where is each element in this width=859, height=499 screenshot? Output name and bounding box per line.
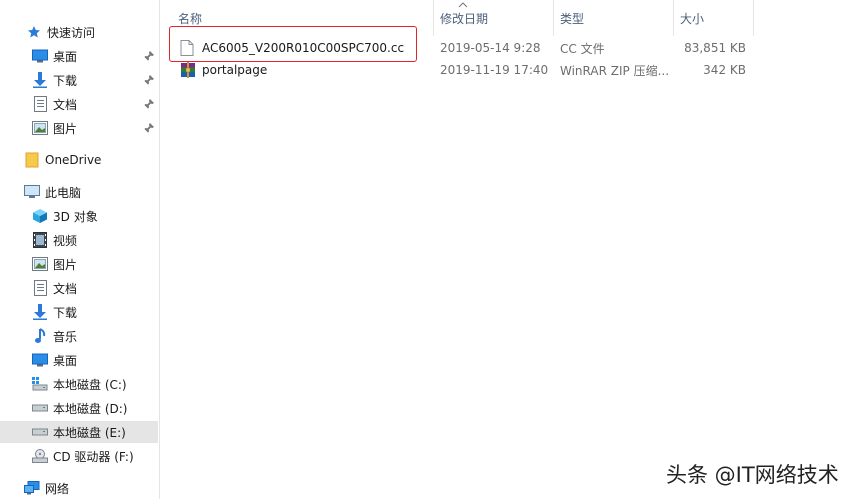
nav-label: 文档 <box>53 97 78 112</box>
column-type-label: 类型 <box>560 11 585 26</box>
nav-quick-access[interactable]: 快速访问 <box>0 21 158 43</box>
navigation-pane: 快速访问 桌面 下载 文档 图片 OneDrive 此电脑 3D 对象 视频 图… <box>0 0 159 499</box>
file-name-cell[interactable]: portalpage <box>180 59 267 81</box>
file-name: portalpage <box>202 63 268 77</box>
nav-pc-drive-c[interactable]: 本地磁盘 (C:) <box>0 373 158 395</box>
nav-label: 网络 <box>45 481 70 496</box>
nav-pc-drive-d[interactable]: 本地磁盘 (D:) <box>0 397 158 419</box>
column-type[interactable]: 类型 <box>553 7 671 29</box>
nav-label: 音乐 <box>53 329 78 344</box>
nav-pc-desktop[interactable]: 桌面 <box>0 349 158 371</box>
nav-label: 本地磁盘 (C:) <box>53 377 127 392</box>
nav-label: 下载 <box>53 73 78 88</box>
nav-label: 文档 <box>53 281 78 296</box>
pane-divider[interactable] <box>159 0 160 499</box>
nav-label: 此电脑 <box>45 185 82 200</box>
nav-quick-access-label: 快速访问 <box>47 25 96 40</box>
column-separator[interactable] <box>753 0 754 36</box>
nav-quick-documents[interactable]: 文档 <box>0 93 158 115</box>
pin-icon[interactable] <box>143 50 155 62</box>
highlight-box <box>169 26 417 62</box>
cd-drive-icon <box>32 448 48 464</box>
pin-icon[interactable] <box>143 98 155 110</box>
nav-label: 本地磁盘 (E:) <box>53 425 126 440</box>
download-icon <box>32 304 48 320</box>
computer-icon <box>24 184 40 200</box>
nav-quick-pictures[interactable]: 图片 <box>0 117 158 139</box>
3d-objects-icon <box>32 208 48 224</box>
nav-pc-cd-drive[interactable]: CD 驱动器 (F:) <box>0 445 158 467</box>
file-size: 342 KB <box>703 63 746 77</box>
nav-label: 桌面 <box>53 353 78 368</box>
nav-pc-documents[interactable]: 文档 <box>0 277 158 299</box>
nav-pc-downloads[interactable]: 下载 <box>0 301 158 323</box>
nav-quick-downloads[interactable]: 下载 <box>0 69 158 91</box>
file-date: 2019-05-14 9:28 <box>440 41 541 55</box>
winrar-zip-icon <box>180 62 196 78</box>
drive-icon <box>32 400 48 416</box>
download-icon <box>32 72 48 88</box>
file-size: 83,851 KB <box>684 41 746 55</box>
watermark: 头条 @IT网络技术 <box>666 463 839 487</box>
system-drive-icon <box>32 376 48 392</box>
nav-label: 图片 <box>53 121 78 136</box>
network-icon <box>24 480 40 496</box>
nav-label: 下载 <box>53 305 78 320</box>
desktop-icon <box>32 352 48 368</box>
pictures-icon <box>32 256 48 272</box>
column-size[interactable]: 大小 <box>673 7 753 29</box>
file-date: 2019-11-19 17:40 <box>440 63 549 77</box>
nav-label: CD 驱动器 (F:) <box>53 449 134 464</box>
nav-label: 视频 <box>53 233 78 248</box>
document-icon <box>32 280 48 296</box>
nav-this-pc[interactable]: 此电脑 <box>0 181 158 203</box>
folder-icon <box>24 152 40 168</box>
nav-pc-pictures[interactable]: 图片 <box>0 253 158 275</box>
nav-pc-music[interactable]: 音乐 <box>0 325 158 347</box>
desktop-icon <box>32 48 48 64</box>
nav-pc-drive-e[interactable]: 本地磁盘 (E:) <box>0 421 158 443</box>
nav-onedrive[interactable]: OneDrive <box>0 149 158 171</box>
file-type: CC 文件 <box>560 41 605 56</box>
nav-label: 图片 <box>53 257 78 272</box>
column-date[interactable]: 修改日期 <box>433 7 551 29</box>
nav-label: OneDrive <box>45 153 102 167</box>
nav-pc-videos[interactable]: 视频 <box>0 229 158 251</box>
nav-quick-desktop[interactable]: 桌面 <box>0 45 158 67</box>
nav-label: 3D 对象 <box>53 209 98 224</box>
column-name-label: 名称 <box>178 11 203 26</box>
file-row[interactable]: portalpage 2019-11-19 17:40 WinRAR ZIP 压… <box>170 59 760 81</box>
videos-icon <box>32 232 48 248</box>
drive-icon <box>32 424 48 440</box>
nav-label: 本地磁盘 (D:) <box>53 401 128 416</box>
pin-icon[interactable] <box>143 74 155 86</box>
document-icon <box>32 96 48 112</box>
nav-pc-3d-objects[interactable]: 3D 对象 <box>0 205 158 227</box>
nav-label: 桌面 <box>53 49 78 64</box>
music-icon <box>32 328 48 344</box>
pictures-icon <box>32 120 48 136</box>
pin-icon[interactable] <box>143 122 155 134</box>
column-date-label: 修改日期 <box>440 11 489 26</box>
star-icon <box>26 24 42 40</box>
nav-network[interactable]: 网络 <box>0 477 158 499</box>
column-size-label: 大小 <box>680 11 705 26</box>
